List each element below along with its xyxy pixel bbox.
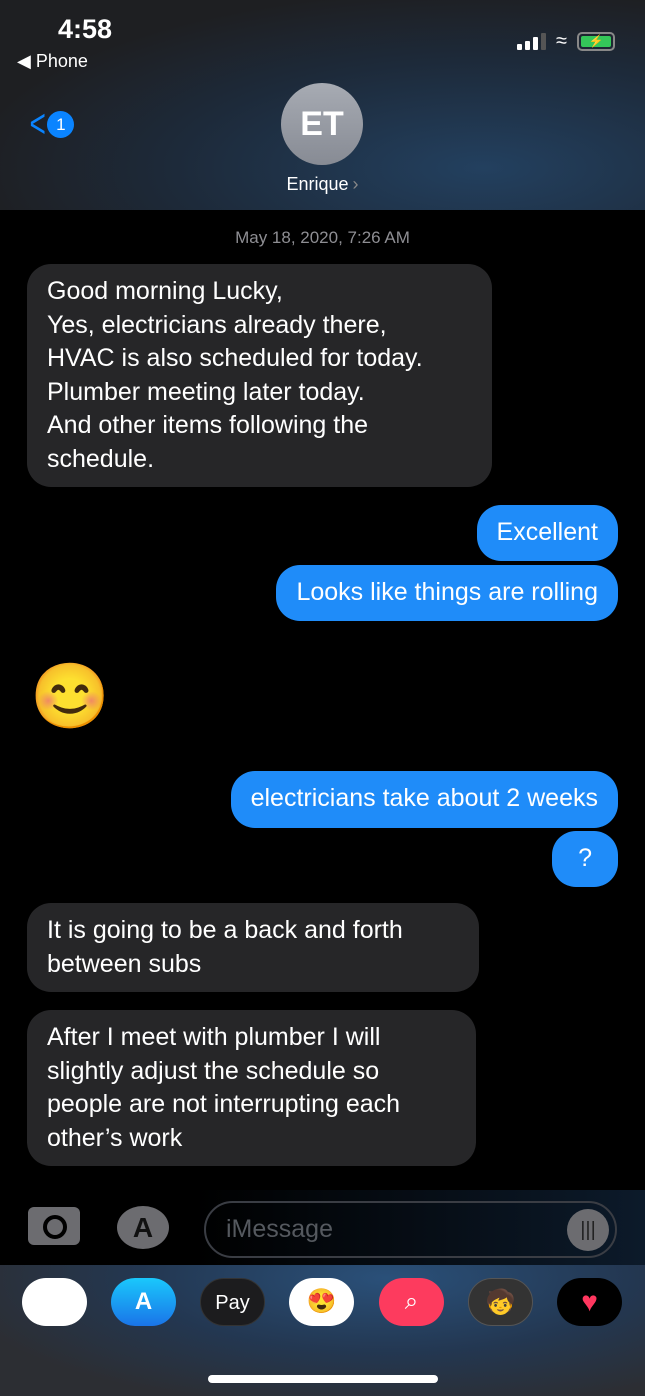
digital-touch-icon[interactable]: ♥ — [557, 1278, 622, 1326]
back-to-phone-link[interactable]: ◀ Phone — [17, 51, 88, 72]
unread-badge: 1 — [47, 110, 75, 138]
back-button[interactable]: < 1 — [26, 102, 75, 146]
camera-icon[interactable] — [28, 1207, 80, 1245]
audio-message-icon[interactable]: ||| — [567, 1209, 609, 1251]
app-store-icon[interactable]: A — [111, 1278, 176, 1326]
message-sent[interactable]: Looks like things are rolling — [276, 565, 618, 621]
status-time: 4:58 — [58, 14, 113, 44]
chevron-right-icon: › — [352, 174, 359, 194]
chevron-left-icon: < — [29, 102, 46, 146]
contact-name: Enrique — [286, 174, 349, 194]
photos-icon[interactable]: ✿ — [22, 1278, 87, 1326]
message-emoji[interactable]: 😊 — [30, 658, 110, 734]
animoji-icon[interactable]: 🧒 — [468, 1278, 533, 1326]
web-images-search-icon[interactable]: ⌕ — [379, 1278, 444, 1326]
status-icons: ≈ ⚡ — [517, 30, 615, 53]
message-sent[interactable]: Excellent — [476, 505, 618, 561]
contact-avatar[interactable]: ET — [281, 83, 363, 165]
message-sent[interactable]: electricians take about 2 weeks — [230, 771, 618, 828]
contact-name-button[interactable]: Enrique › — [0, 174, 645, 195]
message-input-placeholder: iMessage — [226, 1215, 333, 1243]
conversation-header: 4:58 ◀ Phone ≈ ⚡ < 1 ET Enrique › — [0, 0, 645, 210]
composer-bar: A iMessage ||| — [0, 1190, 645, 1265]
message-received[interactable]: After I meet with plumber I will slightl… — [27, 1010, 476, 1166]
message-received[interactable]: It is going to be a back and forth betwe… — [27, 903, 479, 992]
apple-pay-label: Pay — [215, 1292, 250, 1314]
battery-charging-icon: ⚡ — [577, 32, 615, 51]
message-timestamp: May 18, 2020, 7:26 AM — [235, 228, 410, 247]
back-app-label: Phone — [35, 51, 88, 71]
message-sent[interactable]: ? — [552, 831, 618, 887]
app-store-toggle-icon[interactable]: A — [117, 1206, 169, 1249]
message-received[interactable]: Good morning Lucky, Yes, electricians al… — [27, 264, 492, 487]
home-indicator[interactable] — [208, 1375, 438, 1383]
wifi-icon: ≈ — [556, 30, 567, 52]
message-input[interactable]: iMessage ||| — [204, 1201, 617, 1258]
apple-pay-icon[interactable]: Pay — [200, 1278, 265, 1326]
memoji-stickers-icon[interactable]: 😍 — [289, 1278, 354, 1326]
signal-icon — [517, 33, 547, 50]
